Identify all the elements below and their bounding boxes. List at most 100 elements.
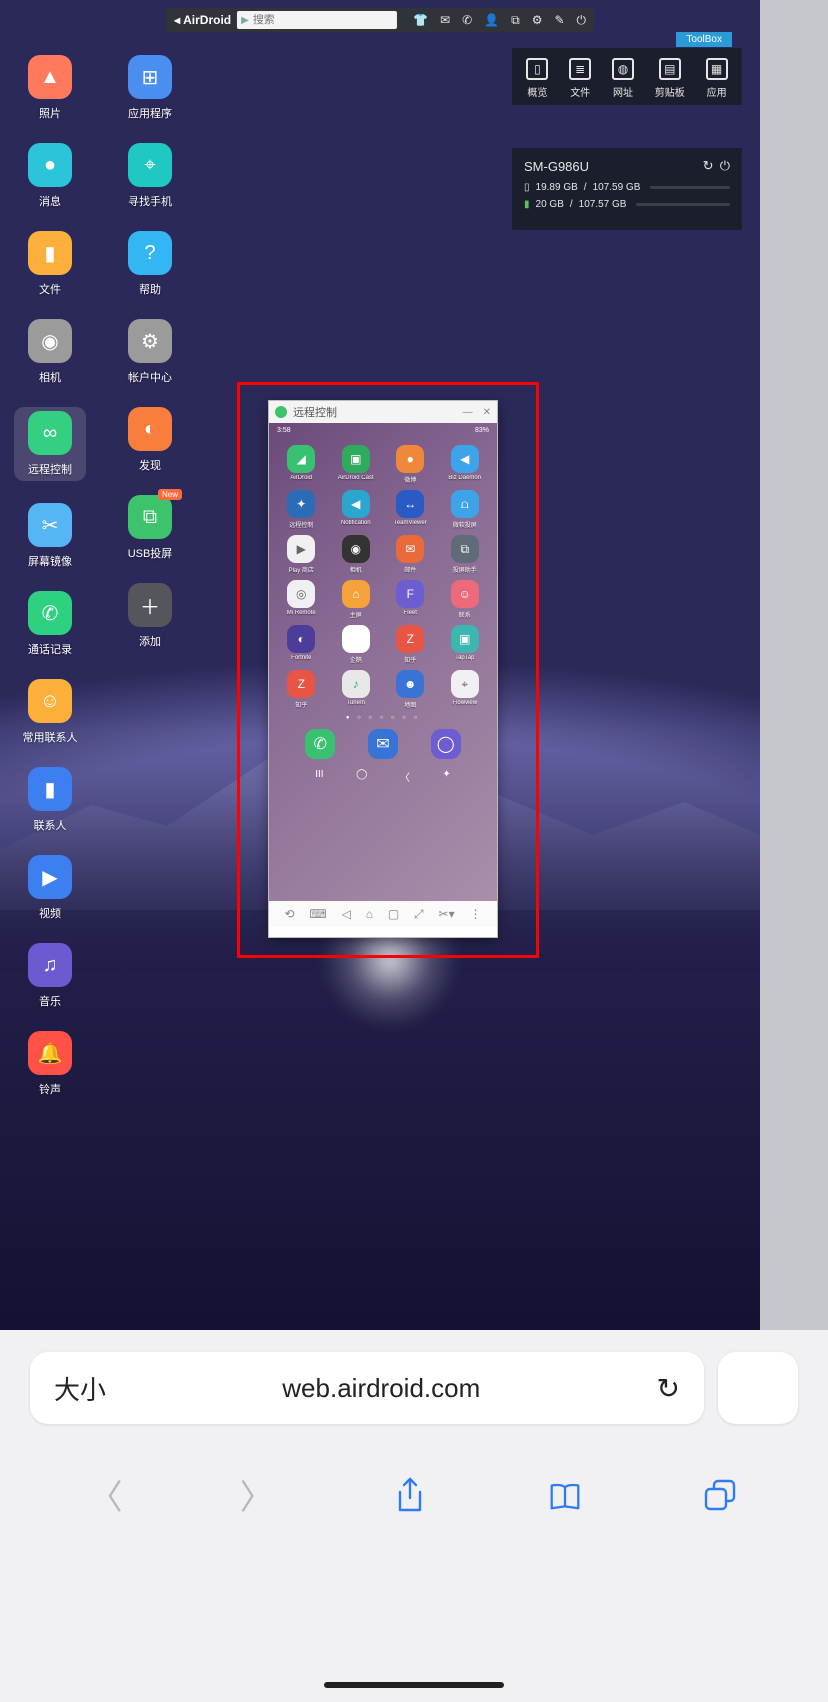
desktop-app-屏幕镜像[interactable]: ✂屏幕镜像 — [14, 503, 86, 569]
phone-app[interactable]: ▶Play 商店 — [275, 535, 328, 574]
accessibility-icon[interactable]: ✦ — [442, 769, 450, 784]
phone-app[interactable]: ☺联系 — [439, 580, 492, 619]
desktop-app-铃声[interactable]: 🔔铃声 — [14, 1031, 86, 1097]
desktop-app-寻找手机[interactable]: ⌖寻找手机 — [114, 143, 186, 209]
desktop-app-文件[interactable]: ▮文件 — [14, 231, 86, 297]
text-size-button[interactable]: 大小 — [54, 1370, 106, 1407]
home-indicator[interactable] — [324, 1682, 504, 1688]
toolbar-icons: 👕 ✉ ✆ 👤 ⧉ ⚙ ✎ ⏻ — [413, 13, 586, 28]
share-icon[interactable] — [391, 1476, 429, 1514]
phone-app[interactable]: ⧉投屏助手 — [439, 535, 492, 574]
power-device-icon[interactable]: ⏻ — [720, 158, 730, 173]
copy-icon[interactable]: ⧉ — [511, 13, 520, 28]
desktop-app-帮助[interactable]: ?帮助 — [114, 231, 186, 297]
rotate-icon[interactable]: ⟲ — [284, 907, 294, 921]
bookmarks-icon[interactable] — [546, 1476, 584, 1514]
home-button[interactable]: ◯ — [356, 769, 367, 784]
dock-app[interactable]: ✆ — [305, 729, 335, 759]
close-button[interactable]: ✕ — [483, 407, 491, 418]
app-label: USB投屏 — [128, 545, 173, 561]
phone-app[interactable]: FFleet — [384, 580, 437, 619]
desktop-app-USB投屏[interactable]: ⧉USB投屏 — [114, 495, 186, 561]
power-icon[interactable]: ⏻ — [577, 13, 587, 28]
desktop-app-音乐[interactable]: ♫音乐 — [14, 943, 86, 1009]
more-icon[interactable]: ⋮ — [469, 907, 481, 921]
url-bar[interactable]: 大小 web.airdroid.com ↻ — [30, 1352, 704, 1424]
url-text[interactable]: web.airdroid.com — [106, 1373, 657, 1404]
toolbox-tab[interactable]: ToolBox — [676, 32, 732, 47]
phone-app[interactable]: ⩍微软投屏 — [439, 490, 492, 529]
phone-app[interactable]: ⌖Flowview — [439, 670, 492, 709]
edit-icon[interactable]: ✎ — [554, 13, 564, 28]
phone-app[interactable]: Z知乎 — [384, 625, 437, 664]
mail-icon[interactable]: ✉ — [440, 13, 450, 28]
desktop-app-帐户中心[interactable]: ⚙帐户中心 — [114, 319, 186, 385]
window-titlebar[interactable]: 远程控制 — ✕ — [269, 401, 497, 423]
user-icon[interactable]: 👤 — [484, 13, 499, 28]
phone-app[interactable]: ☻地图 — [384, 670, 437, 709]
apparel-icon[interactable]: 👕 — [413, 13, 428, 28]
phone-screen[interactable]: 3:58 83% ◢AirDroid▣AirDroid Cast●微博◀Biz … — [269, 423, 497, 901]
phone-app[interactable]: ◀Notification — [330, 490, 383, 529]
remote-control-window[interactable]: 远程控制 — ✕ 3:58 83% ◢AirDroid▣AirDroid Cas… — [268, 400, 498, 938]
home-icon[interactable]: ⌂ — [366, 907, 373, 921]
phone-app[interactable]: ◉相机 — [330, 535, 383, 574]
forward-nav-icon[interactable]: 〉 — [240, 1470, 274, 1519]
desktop-app-视频[interactable]: ▶视频 — [14, 855, 86, 921]
recent-icon[interactable]: ▢ — [388, 907, 399, 921]
phone-app[interactable]: ▣AirDroid Cast — [330, 445, 383, 484]
phone-app[interactable]: ●微博 — [384, 445, 437, 484]
phone-app[interactable]: ♪TuneIn — [330, 670, 383, 709]
fullscreen-icon[interactable]: ⤢ — [414, 907, 424, 922]
toolbox-item-概览[interactable]: ▯概览 — [526, 58, 548, 99]
desktop-app-联系人[interactable]: ▮联系人 — [14, 767, 86, 833]
tab-peek[interactable] — [718, 1352, 798, 1424]
desktop-app-远程控制[interactable]: ∞远程控制 — [14, 407, 86, 481]
phone-app[interactable]: ✉邮件 — [384, 535, 437, 574]
phone-app[interactable]: ✦远程控制 — [275, 490, 328, 529]
toolbox-item-剪贴板[interactable]: ▤剪贴板 — [655, 58, 685, 99]
minimize-button[interactable]: — — [463, 407, 473, 418]
toolbox-item-应用[interactable]: ▦应用 — [706, 58, 728, 99]
desktop-app-消息[interactable]: ●消息 — [14, 143, 86, 209]
tabs-icon[interactable] — [701, 1476, 739, 1514]
search-box[interactable]: ▶ — [237, 11, 397, 29]
phone-app[interactable]: ↔TeamViewer — [384, 490, 437, 529]
app-icon: ⌖ — [128, 143, 172, 187]
airdroid-logo[interactable]: AirDroid — [174, 13, 231, 27]
phone-icon[interactable]: ✆ — [462, 13, 472, 28]
toolbox-item-文件[interactable]: ≣文件 — [569, 58, 591, 99]
search-input[interactable] — [249, 14, 369, 26]
phone-app[interactable]: ◀Biz Daemon — [439, 445, 492, 484]
reload-icon[interactable]: ↻ — [657, 1372, 680, 1405]
desktop-app-照片[interactable]: ▲照片 — [14, 55, 86, 121]
back-button[interactable]: 〈 — [400, 769, 410, 784]
dock-app[interactable]: ◯ — [431, 729, 461, 759]
phone-app[interactable]: Z知乎 — [275, 670, 328, 709]
toolbox-item-网址[interactable]: ◍网址 — [612, 58, 634, 99]
phone-app[interactable]: ◎Mi Remote — [275, 580, 328, 619]
desktop-app-常用联系人[interactable]: ☺常用联系人 — [14, 679, 86, 745]
phone-app[interactable]: ▣TapTap — [439, 625, 492, 664]
cut-icon[interactable]: ✂▾ — [439, 907, 455, 921]
phone-app[interactable]: ●企鹅 — [330, 625, 383, 664]
toolbox-icon: ≣ — [569, 58, 591, 80]
phone-app[interactable]: ⌂主屏 — [330, 580, 383, 619]
desktop-app-通话记录[interactable]: ✆通话记录 — [14, 591, 86, 657]
dock-app[interactable]: ✉ — [368, 729, 398, 759]
phone-app[interactable]: ◢AirDroid — [275, 445, 328, 484]
desktop-app-添加[interactable]: ＋添加 — [114, 583, 186, 649]
phone-app-label: 企鹅 — [350, 655, 362, 664]
back-nav-icon[interactable]: 〈 — [89, 1470, 123, 1519]
gear-icon[interactable]: ⚙ — [532, 13, 543, 28]
keyboard-icon[interactable]: ⌨ — [309, 907, 326, 921]
desktop-app-相机[interactable]: ◉相机 — [14, 319, 86, 385]
desktop-app-应用程序[interactable]: ⊞应用程序 — [114, 55, 186, 121]
refresh-icon[interactable]: ↻ — [703, 158, 714, 173]
back-icon[interactable]: ◁ — [342, 907, 351, 921]
phone-app[interactable]: ◐Fortnite — [275, 625, 328, 664]
desktop-app-发现[interactable]: ◐发现 — [114, 407, 186, 473]
recent-button[interactable]: III — [315, 769, 323, 784]
storage-used: 19.89 GB — [536, 182, 578, 193]
sd-bar — [636, 203, 730, 206]
